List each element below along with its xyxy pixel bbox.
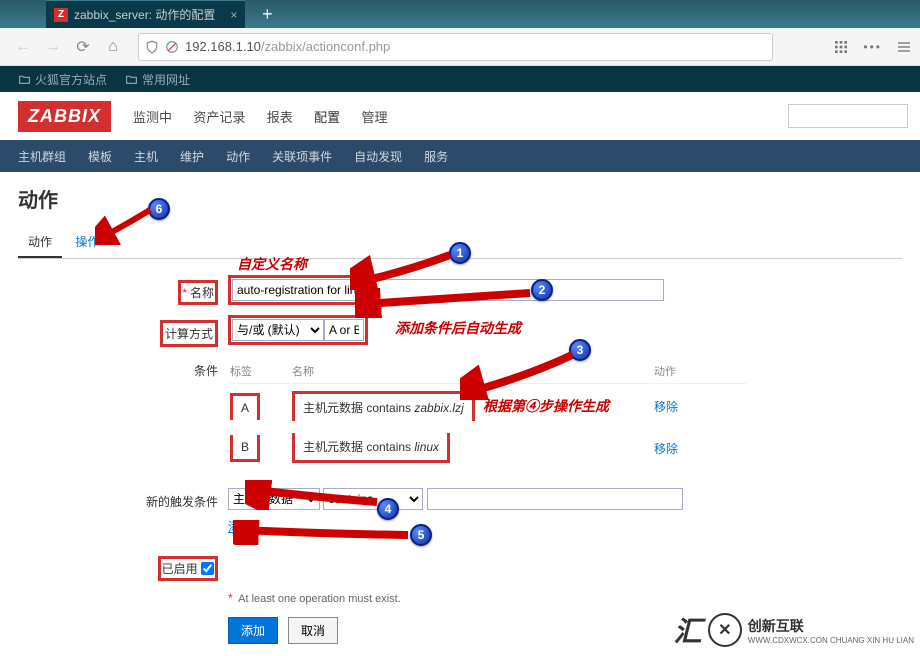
zabbix-header: ZABBIX 监测中 资产记录 报表 配置 管理 [0,92,920,140]
nav-configuration[interactable]: 配置 [314,110,340,125]
url-text: 192.168.1.10/zabbix/actionconf.php [185,39,390,54]
subnav-maintenance[interactable]: 维护 [180,148,204,165]
grid-icon[interactable] [833,39,849,55]
nav-administration[interactable]: 管理 [361,110,387,125]
reload-button[interactable]: ⟳ [68,32,98,62]
newcond-op-select[interactable]: contains [323,488,423,510]
tab-action[interactable]: 动作 [18,227,62,258]
zabbix-sub-nav: 主机群组 模板 主机 维护 动作 关联项事件 自动发现 服务 [0,140,920,172]
enabled-checkbox[interactable] [201,562,214,575]
annotation-text-2: 添加条件后自动生成 [395,318,521,338]
annotation-text-3: 根据第④步操作生成 [483,396,609,416]
col-tag: 标签 [230,359,290,384]
global-search[interactable] [788,104,908,128]
browser-toolbar: ← → ⟳ ⌂ 192.168.1.10/zabbix/actionconf.p… [0,28,920,66]
tab-favicon: Z [54,8,68,22]
label-new-condition: 新的触发条件 [18,488,228,535]
col-name: 名称 [292,359,652,384]
url-bar[interactable]: 192.168.1.10/zabbix/actionconf.php [138,33,773,61]
name-input-extend[interactable] [364,279,664,301]
bookmark-item[interactable]: 常用网址 [125,71,190,88]
hamburger-icon[interactable] [896,39,912,55]
nav-reports[interactable]: 报表 [267,110,293,125]
annotation-badge-3: 3 [569,339,591,361]
remove-link[interactable]: 移除 [654,442,678,456]
nav-monitoring[interactable]: 监测中 [133,110,172,125]
watermark-logo-icon: ✕ [708,613,742,647]
subnav-discovery[interactable]: 自动发现 [354,148,402,165]
annotation-badge-4: 4 [377,498,399,520]
folder-icon [18,73,31,86]
footnote: * At least one operation must exist. [228,591,902,605]
subnav-templates[interactable]: 模板 [88,148,112,165]
add-condition-link[interactable]: 添加 [228,520,252,534]
subnav-hostgroups[interactable]: 主机群组 [18,148,66,165]
new-tab-button[interactable]: + [253,3,281,25]
annotation-badge-1: 1 [449,242,471,264]
annotation-text-1: 自定义名称 [237,254,307,274]
subnav-services[interactable]: 服务 [424,148,448,165]
watermark: 汇 ✕ 创新互联WWW.CDXWCX.CON CHUANG XIN HU LIA… [674,610,914,650]
subnav-correlation[interactable]: 关联项事件 [272,148,332,165]
zabbix-top-nav: 监测中 资产记录 报表 配置 管理 [133,107,405,126]
browser-tab[interactable]: Z zabbix_server: 动作的配置 × [46,0,245,28]
label-calc: 计算方式 [165,327,213,341]
browser-tab-strip: Z zabbix_server: 动作的配置 × + [0,0,920,28]
name-input[interactable] [232,279,360,301]
remove-link[interactable]: 移除 [654,400,678,414]
subnav-actions[interactable]: 动作 [226,148,250,175]
bookmark-item[interactable]: 火狐官方站点 [18,71,107,88]
shield-icon [145,40,159,54]
permission-blocked-icon [165,40,179,54]
folder-icon [125,73,138,86]
col-action: 动作 [654,359,746,384]
cancel-button[interactable]: 取消 [288,617,338,644]
tab-close-icon[interactable]: × [230,8,237,22]
label-conditions: 条件 [18,357,228,470]
home-button[interactable]: ⌂ [98,32,128,62]
calc-type-select[interactable]: 与/或 (默认) [232,319,324,341]
overflow-menu[interactable]: ••• [863,40,882,54]
submit-button[interactable]: 添加 [228,617,278,644]
nav-inventory[interactable]: 资产记录 [193,110,245,125]
zabbix-logo: ZABBIX [18,101,111,132]
annotation-badge-6: 6 [148,198,170,220]
newcond-type-select[interactable]: 主机元数据 [228,488,320,510]
back-button[interactable]: ← [8,32,38,62]
annotation-badge-2: 2 [531,279,553,301]
tab-operations[interactable]: 操作 [65,227,109,256]
bookmarks-bar: 火狐官方站点 常用网址 [0,66,920,92]
forward-button[interactable]: → [38,32,68,62]
tab-title: zabbix_server: 动作的配置 [74,6,215,23]
label-name: 名称 [190,284,214,301]
annotation-badge-5: 5 [410,524,432,546]
newcond-value-input[interactable] [427,488,683,510]
label-enabled: 已启用 [162,560,198,577]
subnav-hosts[interactable]: 主机 [134,148,158,165]
calc-formula [324,319,364,341]
table-row: B 主机元数据 contains linux 移除 [230,428,746,468]
